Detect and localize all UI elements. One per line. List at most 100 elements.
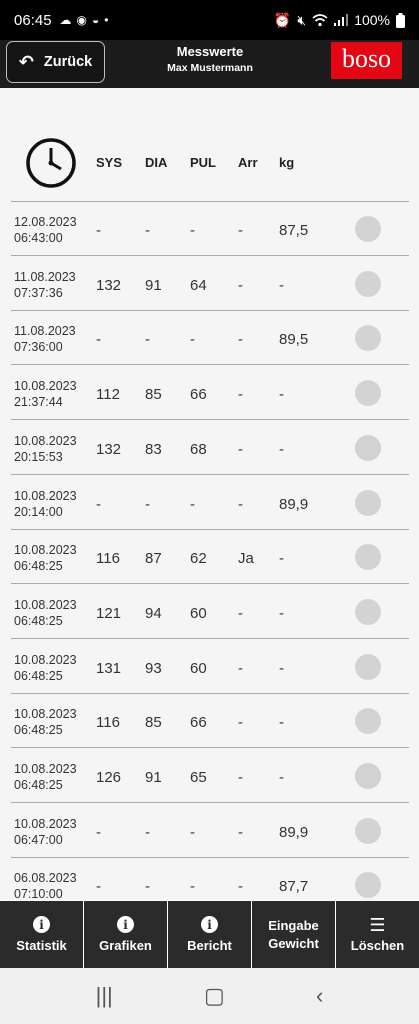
select-circle[interactable] <box>355 380 381 407</box>
cloud-icon: ☁ <box>59 13 72 27</box>
table-row[interactable]: 10.08.2023 06:48:25 121 94 60 - - <box>0 585 419 639</box>
eingabe-gewicht-label: Eingabe Gewicht <box>268 917 319 951</box>
cell-sys: - <box>96 331 101 349</box>
cell-time: 21:37:44 <box>14 395 63 410</box>
table-row[interactable]: 10.08.2023 20:15:53 132 83 68 - - <box>0 421 419 475</box>
statistik-button[interactable]: i Statistik <box>0 900 84 968</box>
cell-datetime: 10.08.2023 20:14:00 <box>14 488 77 520</box>
cell-datetime: 10.08.2023 21:37:44 <box>14 378 77 410</box>
cell-pul: 60 <box>190 659 207 677</box>
table-row[interactable]: 10.08.2023 06:48:25 116 87 62 Ja - <box>0 530 419 585</box>
table-row[interactable]: 10.08.2023 06:48:25 131 93 60 - - <box>0 640 419 694</box>
cell-date: 10.08.2023 <box>14 597 77 612</box>
cell-arr: Ja <box>238 550 254 568</box>
cell-arr: - <box>238 714 243 732</box>
select-circle[interactable] <box>355 544 381 571</box>
cell-pul: - <box>190 331 195 349</box>
cell-arr: - <box>238 495 243 513</box>
statistik-label: Statistik <box>16 938 67 953</box>
back-button[interactable]: ↶ Zurück <box>6 41 105 83</box>
cell-arr: - <box>238 440 243 458</box>
cell-arr: - <box>238 769 243 786</box>
select-circle[interactable] <box>355 489 381 516</box>
table-row[interactable]: 10.08.2023 06:48:25 126 91 65 - - <box>0 749 419 803</box>
grafiken-button[interactable]: i Grafiken <box>84 900 168 968</box>
select-circle[interactable] <box>355 708 381 735</box>
loeschen-label: Löschen <box>350 937 405 953</box>
measurements-list[interactable]: SYS DIA PUL Arr kg 12.08.2023 06:43:00 - - -… <box>0 88 419 900</box>
cell-pul: 66 <box>190 386 207 404</box>
table-row[interactable]: 10.08.2023 20:14:00 - - - - 89,9 <box>0 476 419 530</box>
table-header: SYS DIA PUL Arr kg <box>0 135 419 193</box>
select-circle[interactable] <box>355 325 381 352</box>
boso-logo: boso <box>331 42 402 79</box>
cell-time: 07:36:00 <box>14 340 63 355</box>
cell-kg: 87,5 <box>279 222 309 239</box>
cell-arr: - <box>238 659 243 677</box>
column-header-sys: SYS <box>96 155 123 170</box>
cell-kg: 89,5 <box>279 331 309 349</box>
cell-pul: - <box>190 495 195 513</box>
cell-dia: 83 <box>145 440 162 458</box>
cell-kg: 87,7 <box>279 878 309 896</box>
cell-sys: 132 <box>96 276 122 294</box>
select-circle[interactable] <box>355 270 381 297</box>
status-time: 06:45 <box>14 11 52 29</box>
cell-arr: - <box>238 823 243 841</box>
cell-dia: - <box>145 878 150 896</box>
cell-date: 10.08.2023 <box>14 652 77 667</box>
cell-kg: - <box>279 276 284 294</box>
cell-time: 06:48:25 <box>14 778 63 792</box>
recent-apps-icon[interactable]: ||| <box>96 983 113 1009</box>
cell-sys: - <box>96 495 101 513</box>
cell-sys: 112 <box>96 386 120 404</box>
select-circle[interactable] <box>355 872 381 899</box>
cell-time: 07:10:00 <box>14 887 63 900</box>
column-header-pul: PUL <box>190 155 216 170</box>
cell-kg: - <box>279 440 284 458</box>
eingabe-gewicht-button[interactable]: Eingabe Gewicht <box>252 900 336 968</box>
cell-dia: 91 <box>145 769 162 786</box>
select-circle[interactable] <box>355 653 381 680</box>
info-icon: i <box>33 916 50 933</box>
cell-datetime: 10.08.2023 06:48:25 <box>14 761 77 793</box>
table-row[interactable]: 06.08.2023 07:10:00 - - - - 87,7 <box>0 858 419 900</box>
cell-time: 06:47:00 <box>14 832 63 847</box>
cell-datetime: 10.08.2023 06:48:25 <box>14 706 77 738</box>
cell-kg: - <box>279 769 284 786</box>
select-circle[interactable] <box>355 763 381 789</box>
cell-date: 12.08.2023 <box>14 215 77 229</box>
cell-datetime: 10.08.2023 06:48:25 <box>14 542 77 574</box>
select-circle[interactable] <box>355 434 381 461</box>
menu-icon: ☰ <box>369 914 386 935</box>
select-circle[interactable] <box>355 817 381 844</box>
back-icon[interactable]: ‹ <box>316 983 323 1009</box>
cell-sys: 131 <box>96 659 122 677</box>
cell-pul: - <box>190 222 195 239</box>
select-circle[interactable] <box>355 598 381 625</box>
cell-sys: - <box>96 878 101 896</box>
cell-time: 06:48:25 <box>14 668 63 683</box>
cell-pul: - <box>190 823 195 841</box>
table-row[interactable]: 10.08.2023 06:47:00 - - - - 89,9 <box>0 804 419 858</box>
battery-icon <box>396 12 405 28</box>
loeschen-button[interactable]: ☰ Löschen <box>336 900 419 968</box>
column-header-kg: kg <box>279 155 295 170</box>
table-row[interactable]: 11.08.2023 07:36:00 - - - - 89,5 <box>0 311 419 366</box>
cell-time: 06:48:25 <box>14 559 63 574</box>
cell-dia: - <box>145 222 150 239</box>
cell-pul: 64 <box>190 276 207 294</box>
app-icon: ◒ <box>92 13 100 27</box>
table-row[interactable]: 12.08.2023 06:43:00 - - - - 87,5 <box>0 202 419 256</box>
cell-sys: 126 <box>96 769 122 786</box>
home-icon[interactable]: ▢ <box>204 983 225 1009</box>
cell-time: 20:15:53 <box>14 449 63 464</box>
bericht-button[interactable]: i Bericht <box>168 900 252 968</box>
table-row[interactable]: 10.08.2023 21:37:44 112 85 66 - - <box>0 366 419 421</box>
select-circle[interactable] <box>355 216 381 242</box>
cell-sys: - <box>96 222 101 239</box>
table-row[interactable]: 10.08.2023 06:48:25 116 85 66 - - <box>0 694 419 749</box>
table-row[interactable]: 11.08.2023 07:37:36 132 91 64 - - <box>0 257 419 311</box>
cell-pul: 60 <box>190 604 207 622</box>
user-name: Max Mustermann <box>167 62 253 74</box>
